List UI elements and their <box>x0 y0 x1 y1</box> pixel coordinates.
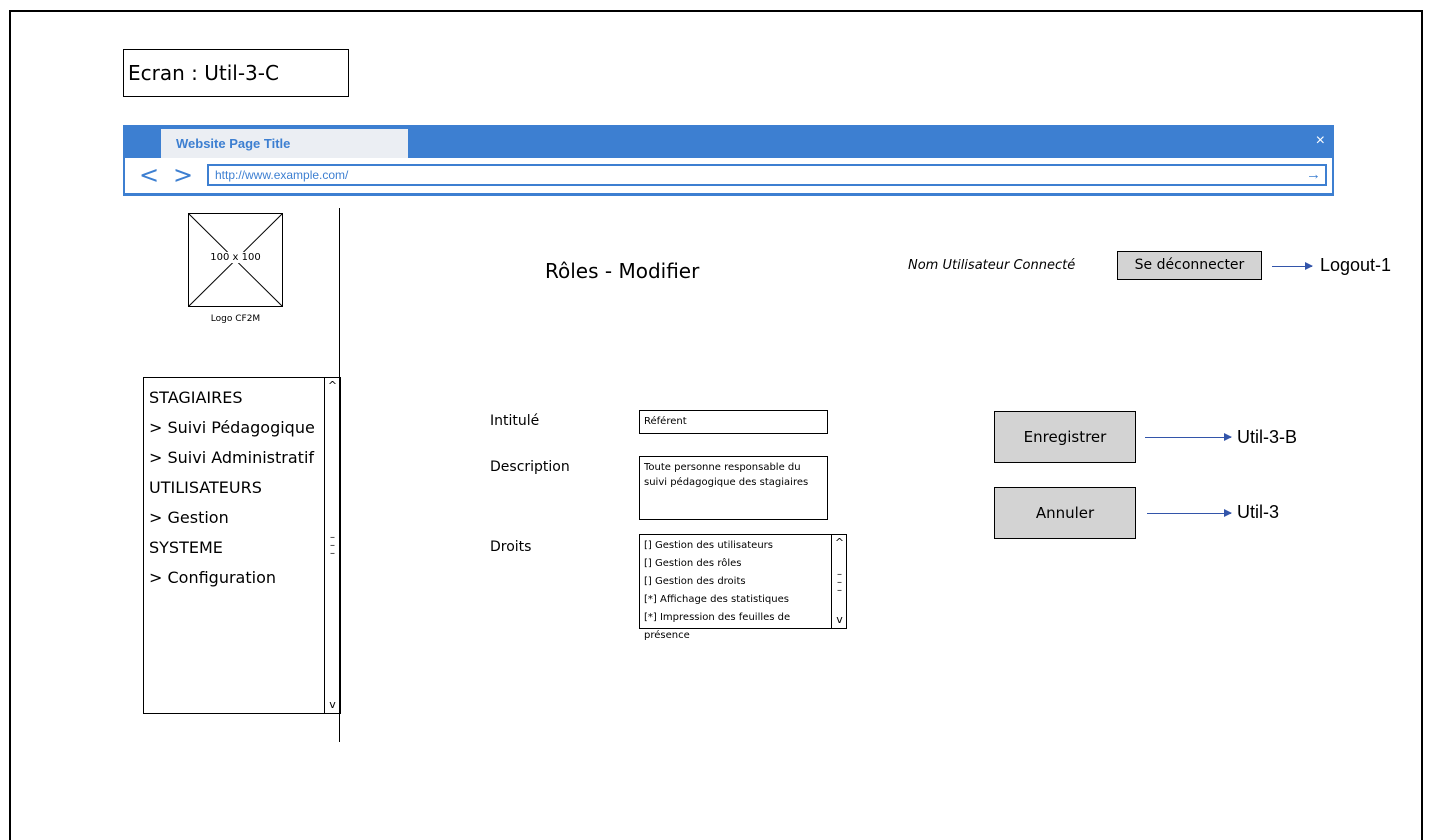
droit-gestion-utilisateurs[interactable]: [] Gestion des utilisateurs <box>644 537 834 555</box>
droit-impression-feuilles[interactable]: [*] Impression des feuilles de <box>644 609 834 627</box>
intitule-label: Intitulé <box>490 413 540 429</box>
url-input[interactable]: http://www.example.com/ → <box>207 164 1327 186</box>
droit-gestion-droits[interactable]: [] Gestion des droits <box>644 573 834 591</box>
menu-scrollbar[interactable]: ^ – – – v <box>324 378 340 713</box>
droit-impression-feuilles-cont: présence <box>644 630 690 641</box>
scroll-down-icon[interactable]: v <box>325 698 340 712</box>
forward-arrow-icon[interactable]: > <box>173 161 193 189</box>
save-target-label: Util-3-B <box>1237 427 1298 447</box>
cancel-arrow <box>1147 509 1232 517</box>
back-arrow-icon[interactable]: < <box>139 161 159 189</box>
go-arrow-icon[interactable]: → <box>1306 166 1321 184</box>
menu-section-stagiaires: STAGIAIRES <box>149 388 243 407</box>
logo-size-text: 100 x 100 <box>209 252 262 263</box>
droit-affichage-statistiques[interactable]: [*] Affichage des statistiques <box>644 591 834 609</box>
scroll-down-icon[interactable]: v <box>832 613 847 627</box>
logo-placeholder: 100 x 100 <box>188 213 283 307</box>
scroll-grip-icon[interactable]: – – – <box>325 533 340 559</box>
scroll-up-icon[interactable]: ^ <box>325 379 340 393</box>
menu-item-suivi-administratif[interactable]: > Suivi Administratif <box>149 443 329 473</box>
logout-button[interactable]: Se déconnecter <box>1117 251 1262 280</box>
menu-section-utilisateurs: UTILISATEURS <box>149 478 262 497</box>
connected-user-name: Nom Utilisateur Connecté <box>908 258 1076 273</box>
menu-item-suivi-pedagogique[interactable]: > Suivi Pédagogique <box>149 413 329 443</box>
droits-label: Droits <box>490 539 532 555</box>
menu-item-gestion[interactable]: > Gestion <box>149 503 329 533</box>
sidebar-menu: STAGIAIRES > Suivi Pédagogique > Suivi A… <box>143 377 341 714</box>
scroll-up-icon[interactable]: ^ <box>832 536 847 550</box>
logo-caption: Logo CF2M <box>210 314 261 324</box>
droit-gestion-roles[interactable]: [] Gestion des rôles <box>644 555 834 573</box>
cancel-button[interactable]: Annuler <box>994 487 1136 539</box>
logout-target-label: Logout-1 <box>1320 255 1392 275</box>
close-icon[interactable]: × <box>1316 131 1325 151</box>
menu-section-systeme: SYSTEME <box>149 538 223 557</box>
cancel-target-label: Util-3 <box>1237 502 1280 522</box>
save-button[interactable]: Enregistrer <box>994 411 1136 463</box>
browser-tab[interactable]: Website Page Title <box>161 129 408 158</box>
droits-list: [] Gestion des utilisateurs [] Gestion d… <box>644 537 834 645</box>
screen-label: Ecran : Util-3-C <box>123 49 349 97</box>
description-textarea[interactable]: Toute personne responsable du suivi péda… <box>639 456 828 520</box>
menu-item-configuration[interactable]: > Configuration <box>149 563 329 593</box>
droits-listbox[interactable]: [] Gestion des utilisateurs [] Gestion d… <box>639 534 847 641</box>
browser-nav-row: < > http://www.example.com/ → <box>125 158 1332 193</box>
description-label: Description <box>490 459 570 475</box>
intitule-input[interactable]: Référent <box>639 410 828 434</box>
logo-size-label: 100 x 100 <box>189 252 282 263</box>
menu-list: STAGIAIRES > Suivi Pédagogique > Suivi A… <box>149 383 329 593</box>
logout-arrow <box>1272 262 1313 270</box>
droits-scrollbar[interactable]: ^ – – – v <box>831 535 846 628</box>
page-title: Rôles - Modifier <box>545 259 700 283</box>
browser-window-bar: Website Page Title × < > http://www.exam… <box>123 125 1334 196</box>
save-arrow <box>1145 433 1232 441</box>
url-text: http://www.example.com/ <box>215 168 349 182</box>
scroll-grip-icon[interactable]: – – – <box>832 570 847 596</box>
